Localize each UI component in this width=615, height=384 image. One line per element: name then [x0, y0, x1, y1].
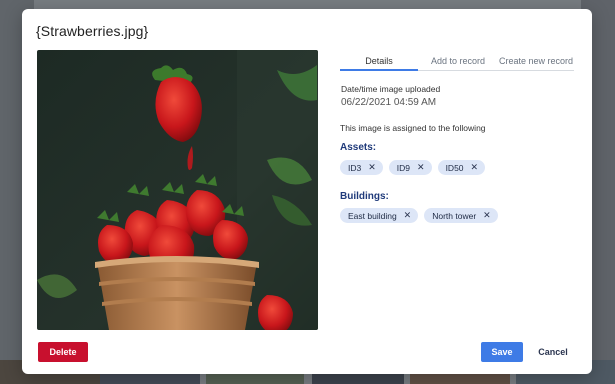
details-tabs: Details Add to record Create new record	[340, 54, 574, 71]
asset-chip: ID9 ✕	[388, 160, 432, 175]
close-icon[interactable]: ✕	[368, 163, 376, 172]
close-icon[interactable]: ✕	[404, 211, 412, 220]
assets-chip-list: ID3 ✕ ID9 ✕ ID50 ✕	[340, 160, 486, 175]
building-chip: East building ✕	[340, 208, 419, 223]
tab-add-to-record[interactable]: Add to record	[418, 54, 498, 70]
save-button[interactable]: Save	[481, 342, 523, 362]
upload-date-label: Date/time image uploaded	[341, 84, 441, 94]
close-icon[interactable]: ✕	[417, 163, 425, 172]
chip-label: North tower	[432, 210, 477, 221]
dialog-title: {Strawberries.jpg}	[36, 23, 149, 39]
tab-create-new-record[interactable]: Create new record	[498, 54, 574, 70]
building-chip: North tower ✕	[424, 208, 498, 223]
strawberries-photo	[37, 50, 318, 330]
chip-label: East building	[348, 210, 397, 221]
buildings-chip-list: East building ✕ North tower ✕	[340, 208, 498, 223]
cancel-button[interactable]: Cancel	[530, 342, 576, 362]
close-icon[interactable]: ✕	[471, 163, 479, 172]
image-preview	[37, 50, 318, 330]
chip-label: ID50	[445, 162, 464, 173]
buildings-heading: Buildings:	[340, 191, 389, 202]
tab-details[interactable]: Details	[340, 54, 418, 71]
delete-button[interactable]: Delete	[38, 342, 88, 362]
asset-chip: ID3 ✕	[340, 160, 383, 175]
assigned-description: This image is assigned to the following	[340, 123, 486, 133]
upload-date-value: 06/22/2021 04:59 AM	[341, 97, 437, 108]
asset-chip: ID50 ✕	[437, 160, 486, 175]
close-icon[interactable]: ✕	[483, 211, 491, 220]
assets-heading: Assets:	[340, 142, 377, 153]
chip-label: ID3	[348, 162, 362, 173]
chip-label: ID9	[396, 162, 411, 173]
image-details-dialog: {Strawberries.jpg} Details Add to record…	[22, 9, 592, 374]
